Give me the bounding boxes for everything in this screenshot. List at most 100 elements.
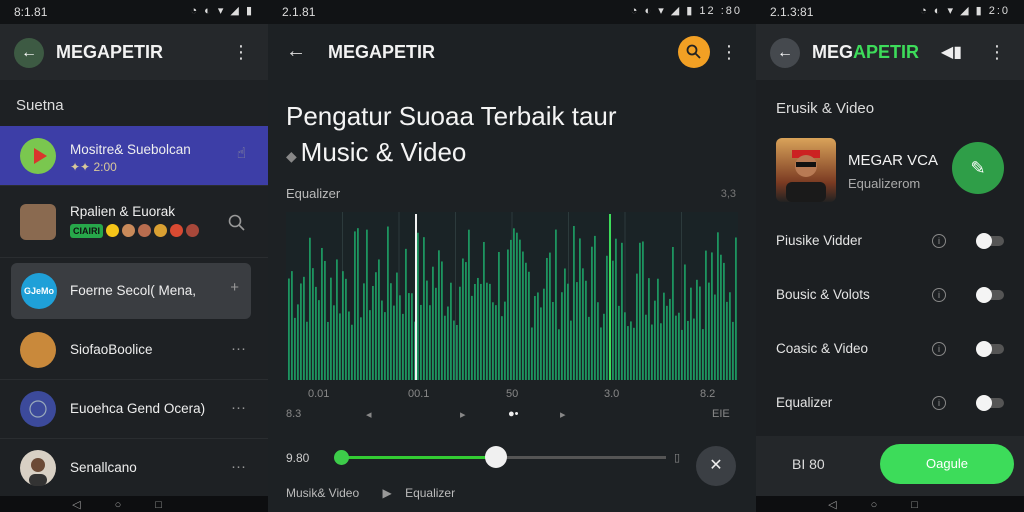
shuffle-button[interactable]: ✕ — [696, 446, 736, 486]
emoji-icon — [122, 224, 135, 237]
tab-equalizer[interactable]: Equalizer — [405, 486, 455, 500]
play-small-icon[interactable]: ▸ — [460, 408, 466, 421]
waveform-bar — [483, 241, 485, 380]
option-label: Piusike Vidder — [776, 233, 863, 248]
waveform-bar — [702, 329, 704, 380]
volume-slider-knob[interactable] — [485, 446, 508, 468]
waveform-bar — [300, 283, 302, 380]
waveform-bar — [486, 282, 488, 380]
waveform-bar — [618, 305, 620, 380]
info-icon[interactable]: i — [932, 342, 946, 356]
waveform-bar — [564, 268, 566, 380]
waveform-bar — [462, 258, 464, 380]
waveform-bar — [654, 300, 656, 380]
avatar — [20, 450, 56, 486]
footer-label: BI 80 — [792, 456, 825, 472]
app-bar: ← MEGAPETIR ⋮ — [268, 24, 756, 80]
overflow-menu-icon[interactable]: ⋮ — [988, 42, 1006, 63]
waveform-bar — [399, 295, 401, 380]
prev-icon[interactable]: ◂ — [366, 408, 372, 421]
list-item[interactable]: Rpalien & Euorak CIAIRI — [0, 192, 268, 258]
waveform-bar — [348, 311, 350, 380]
toggle-switch[interactable] — [976, 341, 1004, 357]
waveform-bar — [501, 316, 503, 380]
section-label: Erusik & Video — [776, 100, 875, 117]
section-label: Suetna — [16, 97, 64, 114]
list-item[interactable]: Euoehca Gend Ocera) ··· — [0, 379, 268, 439]
more-icon[interactable]: ··· — [231, 340, 246, 357]
waveform-bar — [492, 302, 494, 380]
next-icon[interactable]: ▸ — [560, 408, 566, 421]
option-label: Equalizer — [776, 395, 833, 410]
edit-button[interactable]: ✎ — [952, 142, 1004, 194]
waveform-bar — [528, 271, 530, 380]
emoji-strip: CIAIRI — [70, 224, 199, 238]
app-title: MEGAPETIR — [328, 42, 436, 62]
waveform-bar — [453, 320, 455, 380]
speaker-icon[interactable]: ◀▮ — [941, 42, 962, 62]
overflow-menu-icon[interactable]: ⋮ — [232, 42, 250, 63]
waveform-bar — [504, 301, 506, 380]
axis-tick: 8.2 — [700, 388, 716, 400]
system-nav-bar: ◁○□ — [756, 496, 1024, 512]
waveform-bar — [288, 278, 290, 380]
search-button[interactable] — [678, 36, 710, 68]
waveform-bar — [363, 283, 365, 380]
waveform-bar — [420, 304, 422, 380]
waveform-bar — [627, 326, 629, 380]
info-icon[interactable]: i — [932, 396, 946, 410]
waveform-bar — [318, 300, 320, 380]
volume-slider-fill — [340, 456, 497, 459]
waveform-bar — [615, 238, 617, 380]
toggle-switch[interactable] — [976, 233, 1004, 249]
plus-icon[interactable]: + — [230, 279, 239, 296]
waveform-bar — [723, 262, 725, 380]
status-icons: ◔ ◐ ▾ ◢ ▮ 2:0 — [920, 5, 1010, 17]
waveform-bar — [354, 231, 356, 380]
waveform-bar — [624, 312, 626, 380]
more-icon[interactable]: ··· — [231, 399, 246, 416]
waveform-bar — [432, 266, 434, 380]
equalizer-waveform[interactable] — [286, 212, 738, 380]
emoji-icon — [154, 224, 167, 237]
toggle-switch[interactable] — [976, 287, 1004, 303]
back-arrow-icon[interactable]: ← — [286, 40, 306, 63]
gesture-icon[interactable]: ☝ — [237, 144, 246, 162]
info-icon[interactable]: i — [932, 234, 946, 248]
music-note-icon: ◆ — [286, 148, 301, 164]
waveform-bar — [576, 282, 578, 380]
more-icon[interactable]: ··· — [231, 458, 246, 475]
info-icon[interactable]: i — [932, 288, 946, 302]
back-button[interactable]: ← — [14, 38, 44, 68]
list-item-active[interactable]: Mositre& Suebolcan ✦✦ 2:00 ☝ — [0, 126, 268, 186]
waveform-bar — [696, 279, 698, 380]
back-button[interactable]: ← — [770, 38, 800, 68]
tab-music[interactable]: Musik& Video — [286, 486, 359, 500]
waveform-bar — [552, 301, 554, 380]
badge: CIAIRI — [70, 224, 103, 238]
waveform-bar — [435, 287, 437, 380]
primary-action-button[interactable]: Oagule — [880, 444, 1014, 484]
equalizer-screen: 2.1.81 ◔ ◐ ▾ ◢ ▮ 12 :80 ← MEGAPETIR ⋮ Pe… — [268, 0, 756, 512]
waveform-bar — [342, 271, 344, 380]
waveform-bar — [732, 321, 734, 380]
toggle-switch[interactable] — [976, 395, 1004, 411]
waveform-bar — [447, 306, 449, 380]
waveform-bar — [468, 229, 470, 380]
list-item[interactable]: Senallcano ··· — [0, 438, 268, 498]
overflow-menu-icon[interactable]: ⋮ — [720, 42, 738, 63]
waveform-bar — [606, 255, 608, 380]
list-item[interactable]: SiofaoBoolice ··· — [0, 320, 268, 380]
waveform-bar — [594, 235, 596, 380]
waveform-bar — [690, 287, 692, 380]
waveform-bar — [417, 232, 419, 380]
waveform-bar — [513, 228, 515, 380]
waveform-bar — [705, 250, 707, 380]
search-icon[interactable] — [228, 214, 246, 236]
waveform-bar — [585, 280, 587, 380]
lock-icon: ▯ — [674, 452, 681, 464]
system-nav-bar: ◁○□ — [0, 496, 268, 512]
waveform-bar — [573, 225, 575, 380]
axis-tick: 00.1 — [408, 388, 430, 400]
list-item-selected[interactable]: GJeMo Foerne Secol( Mena, + — [11, 263, 251, 319]
